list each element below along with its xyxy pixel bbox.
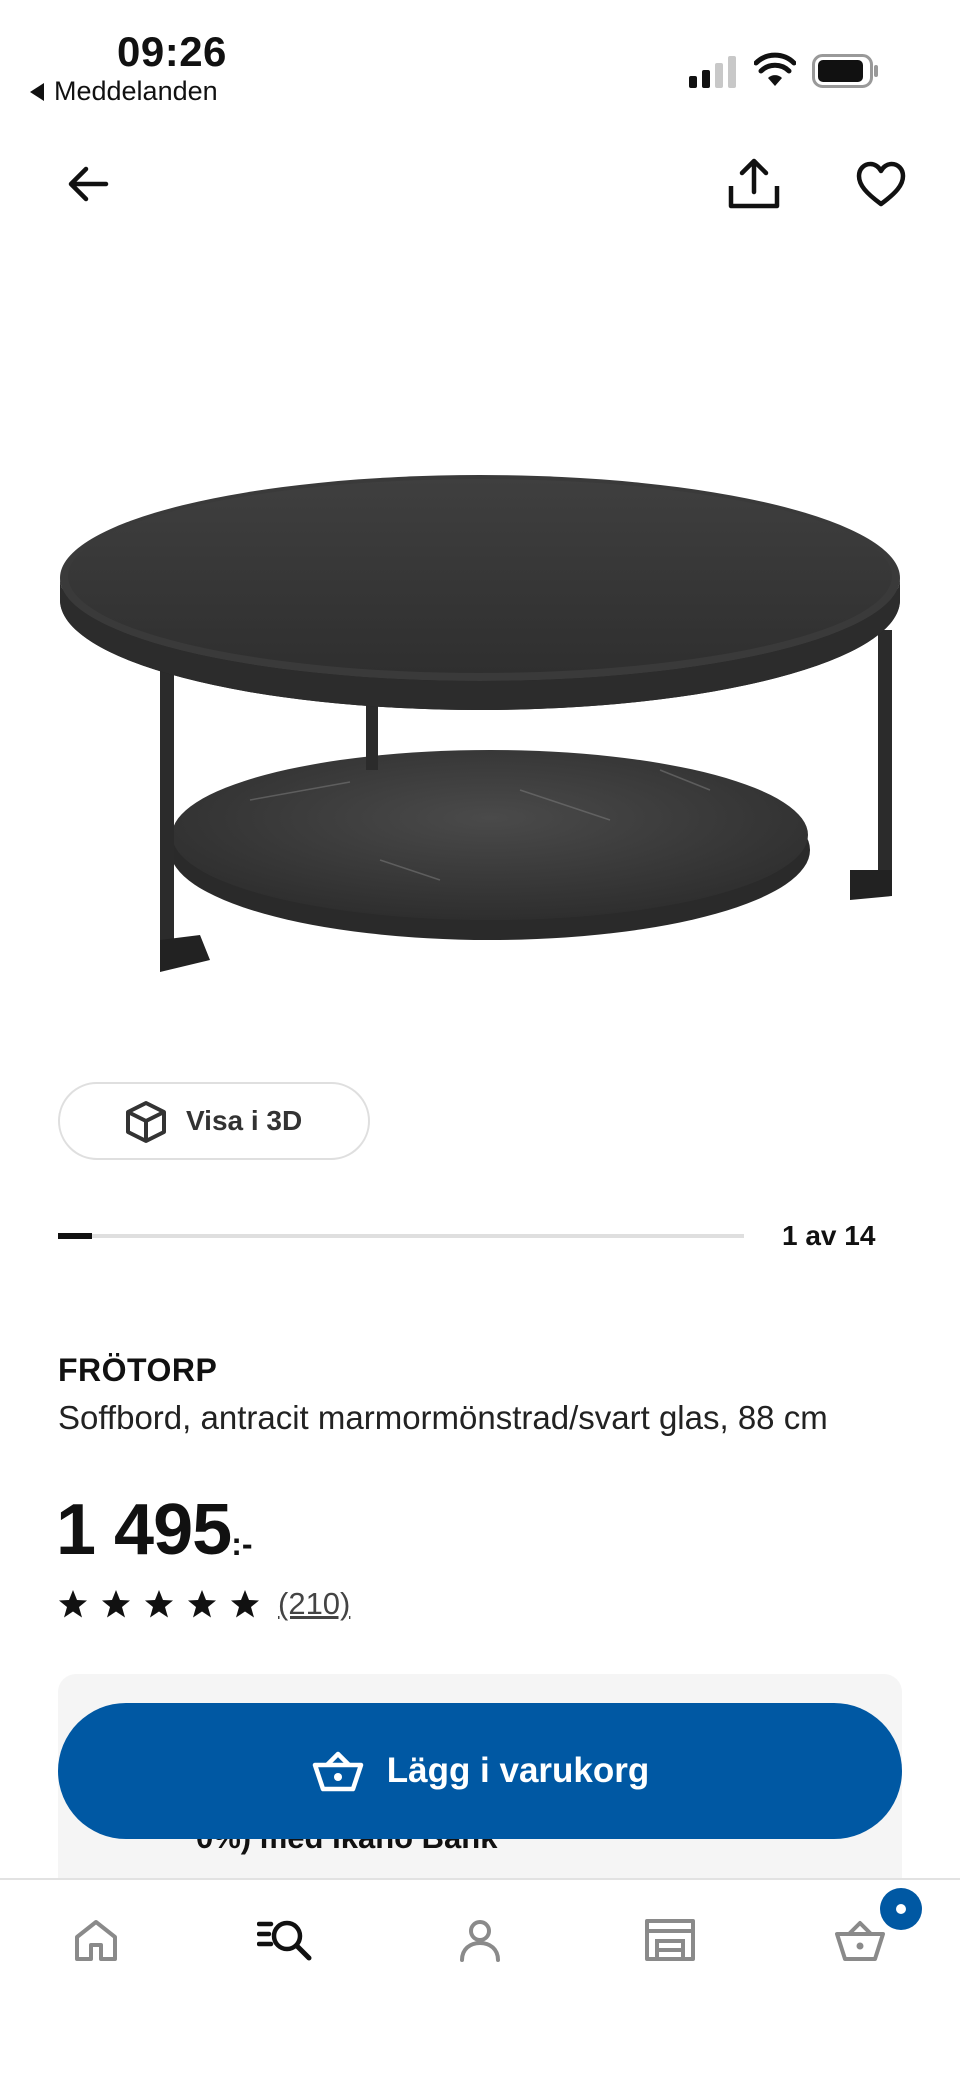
cart-icon (835, 1921, 885, 1961)
arrow-left-icon[interactable] (64, 160, 112, 208)
product-name: FRÖTORP (58, 1352, 218, 1388)
status-time: 09:26 (117, 28, 227, 75)
view-3d-label: Visa i 3D (186, 1105, 303, 1136)
view-3d-button[interactable]: Visa i 3D (58, 1082, 370, 1160)
star-icon (102, 1590, 130, 1618)
back-to-app-link[interactable]: Meddelanden (30, 76, 218, 107)
basket-icon (312, 1751, 363, 1792)
product-description: Soffbord, antracit marmormönstrad/svart … (58, 1399, 828, 1436)
battery-icon (812, 54, 878, 88)
home-icon (75, 1920, 117, 1961)
price-amount: 1 495 (56, 1490, 232, 1570)
star-icon (188, 1590, 216, 1618)
back-triangle-icon (30, 82, 44, 101)
nav-profile[interactable] (450, 1910, 510, 1970)
add-to-cart-button[interactable]: Lägg i varukorg (58, 1703, 902, 1839)
star-icon (145, 1590, 173, 1618)
profile-icon (460, 1920, 500, 1962)
wifi-icon (754, 52, 796, 86)
search-icon (257, 1920, 312, 1961)
cube-icon (126, 1101, 166, 1143)
product-price: 1 495 :- (56, 1490, 253, 1570)
heart-icon[interactable] (856, 160, 906, 210)
cart-badge-dot (896, 1904, 906, 1914)
status-bar: 09:26 Meddelanden (0, 0, 960, 120)
add-to-cart-label: Lägg i varukorg (386, 1751, 650, 1790)
price-suffix: :- (231, 1526, 253, 1562)
product-image[interactable] (50, 460, 910, 1000)
bottom-navigation (0, 1878, 960, 2081)
store-icon (645, 1919, 695, 1961)
rating-stars (58, 1589, 260, 1619)
nav-cart[interactable] (830, 1910, 890, 1970)
signal-icon (689, 56, 736, 88)
nav-home[interactable] (66, 1910, 126, 1970)
star-icon (59, 1590, 87, 1618)
nav-store[interactable] (640, 1910, 700, 1970)
share-icon[interactable] (726, 156, 782, 212)
review-count-link[interactable]: (210) (278, 1586, 350, 1622)
product-rating[interactable]: (210) (58, 1586, 350, 1622)
gallery-progress-fill (58, 1233, 92, 1239)
nav-search[interactable] (256, 1910, 316, 1970)
gallery-counter: 1 av 14 (782, 1220, 876, 1251)
back-app-label: Meddelanden (54, 76, 218, 106)
cart-badge (880, 1888, 922, 1930)
gallery-progress-bar (58, 1233, 744, 1239)
star-icon (231, 1590, 259, 1618)
